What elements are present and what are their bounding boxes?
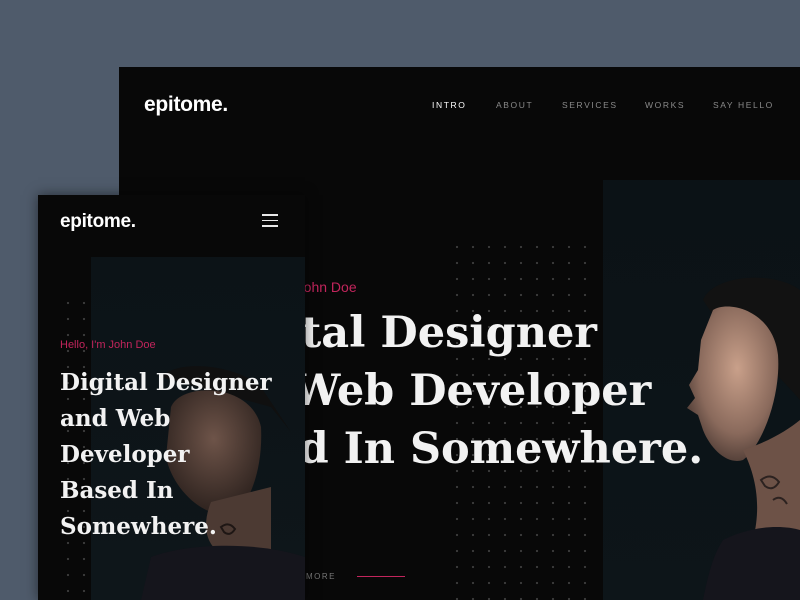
nav-item-say-hello[interactable]: SAY HELLO	[713, 100, 774, 110]
nav-item-intro[interactable]: INTRO	[432, 100, 466, 110]
mobile-headline-line-2: and Web	[60, 405, 171, 432]
desktop-headline: gital Designer d Web Developer sed In So…	[247, 304, 800, 478]
headline-line-3: sed In Somewhere.	[247, 424, 704, 474]
hamburger-menu-icon[interactable]	[262, 214, 278, 227]
desktop-nav: INTRO ABOUT SERVICES WORKS SAY HELLO	[432, 100, 792, 114]
nav-item-works[interactable]: WORKS	[645, 100, 685, 110]
mobile-greeting: Hello, I'm John Doe	[60, 339, 156, 351]
mobile-headline-line-1: Digital Designer	[60, 369, 272, 396]
mobile-headline: Digital Designer and Web Developer Based…	[60, 365, 300, 545]
mobile-headline-line-5: Somewhere.	[60, 513, 217, 540]
nav-item-services[interactable]: SERVICES	[562, 100, 618, 110]
mobile-logo[interactable]: epitome.	[60, 211, 136, 233]
mobile-mockup: epitome. Hello, I'm John Doe Digital Des…	[38, 195, 305, 600]
desktop-logo[interactable]: epitome.	[144, 93, 228, 117]
mobile-headline-line-4: Based In	[60, 477, 174, 504]
headline-line-1: gital Designer	[255, 308, 597, 358]
mobile-headline-line-3: Developer	[60, 441, 190, 468]
headline-line-2: d Web Developer	[247, 366, 652, 416]
nav-item-about[interactable]: ABOUT	[496, 100, 533, 110]
more-link-underline	[357, 576, 405, 577]
